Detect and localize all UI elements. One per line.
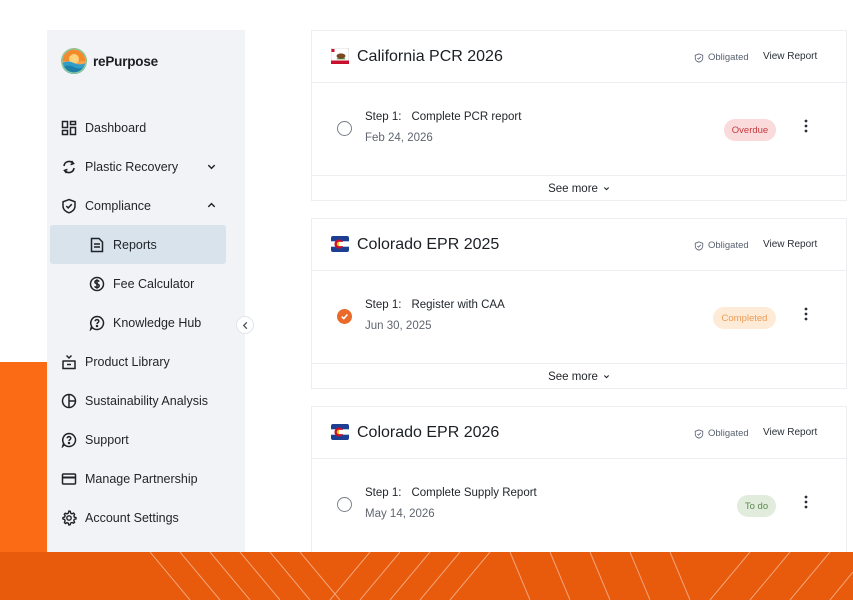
status-badge: Completed bbox=[713, 307, 776, 329]
status-badge: Overdue bbox=[724, 119, 776, 141]
report-title: Colorado EPR 2026 bbox=[357, 424, 500, 441]
pie-chart-icon bbox=[61, 393, 77, 409]
colorado-flag-icon bbox=[331, 424, 349, 440]
chevron-up-icon[interactable] bbox=[206, 200, 217, 211]
report-card-california-pcr-2026: California PCR 2026 Obligated View Repor… bbox=[311, 30, 847, 201]
obligated-status: Obligated bbox=[694, 52, 749, 63]
app-name: rePurpose bbox=[93, 53, 158, 69]
step-checkbox[interactable] bbox=[337, 121, 352, 136]
shield-check-icon bbox=[61, 198, 77, 214]
dashboard-grid-icon bbox=[61, 120, 77, 136]
status-badge: To do bbox=[737, 495, 776, 517]
california-flag-icon bbox=[331, 48, 349, 64]
report-card-header: California PCR 2026 Obligated View Repor… bbox=[312, 31, 846, 83]
step-checkbox[interactable] bbox=[337, 309, 352, 324]
sidebar-item-label: Knowledge Hub bbox=[113, 315, 202, 330]
question-circle-icon bbox=[89, 315, 105, 331]
step-due-date: Jun 30, 2025 bbox=[365, 320, 432, 332]
sidebar-item-label: Plastic Recovery bbox=[85, 159, 179, 174]
see-more-button[interactable]: See more bbox=[312, 175, 846, 201]
sidebar-item-label: Support bbox=[85, 432, 129, 447]
step-due-date: May 14, 2026 bbox=[365, 508, 435, 520]
sidebar-item-fee-calculator[interactable]: Fee Calculator bbox=[47, 264, 245, 303]
step-row: Step 1: Complete Supply Report May 14, 20… bbox=[312, 459, 846, 551]
sidebar-item-sustainability-analysis[interactable]: Sustainability Analysis bbox=[47, 381, 245, 420]
more-options-icon[interactable] bbox=[801, 494, 811, 510]
credit-card-icon bbox=[61, 471, 77, 487]
question-bubble-icon bbox=[61, 432, 77, 448]
step-label: Step 1: Complete Supply Report bbox=[365, 487, 537, 499]
step-label: Step 1: Complete PCR report bbox=[365, 111, 522, 123]
app-logo[interactable]: rePurpose bbox=[61, 48, 158, 74]
sidebar-item-product-library[interactable]: Product Library bbox=[47, 342, 245, 381]
sidebar-item-label: Reports bbox=[113, 237, 157, 252]
more-options-icon[interactable] bbox=[801, 118, 811, 134]
see-more-button[interactable]: See more bbox=[312, 363, 846, 389]
sidebar-item-plastic-recovery[interactable]: Plastic Recovery bbox=[47, 147, 245, 186]
gear-icon bbox=[61, 509, 77, 526]
view-report-link[interactable]: View Report bbox=[763, 427, 817, 438]
sidebar-item-label: Compliance bbox=[85, 198, 152, 213]
report-card-header: Colorado EPR 2026 Obligated View Report bbox=[312, 407, 846, 459]
step-checkbox[interactable] bbox=[337, 497, 352, 512]
step-row: Step 1: Register with CAA Jun 30, 2025 Co… bbox=[312, 271, 846, 363]
obligated-status: Obligated bbox=[694, 240, 749, 251]
box-icon bbox=[61, 354, 77, 370]
chevron-left-icon bbox=[242, 321, 247, 329]
sidebar-item-label: Account Settings bbox=[85, 510, 179, 525]
report-title: California PCR 2026 bbox=[357, 48, 503, 65]
chevron-down-icon[interactable] bbox=[206, 161, 217, 172]
collapse-sidebar-button[interactable] bbox=[236, 316, 254, 334]
app-window: rePurpose Dashboard Plastic Recovery Com… bbox=[47, 30, 853, 552]
shield-check-icon bbox=[694, 240, 704, 251]
sidebar-nav: Dashboard Plastic Recovery Compliance Re… bbox=[47, 108, 245, 537]
checkmark-icon bbox=[341, 313, 348, 320]
sidebar-item-compliance[interactable]: Compliance bbox=[47, 186, 245, 225]
report-card-colorado-epr-2026: Colorado EPR 2026 Obligated View Report … bbox=[311, 406, 847, 552]
step-row: Step 1: Complete PCR report Feb 24, 2026 … bbox=[312, 83, 846, 175]
sidebar-item-account-settings[interactable]: Account Settings bbox=[47, 498, 245, 537]
sidebar-item-knowledge-hub[interactable]: Knowledge Hub bbox=[47, 303, 245, 342]
sidebar-item-label: Product Library bbox=[85, 354, 170, 369]
step-due-date: Feb 24, 2026 bbox=[365, 132, 433, 144]
background-stripes bbox=[150, 552, 853, 600]
view-report-link[interactable]: View Report bbox=[763, 239, 817, 250]
shield-check-icon bbox=[694, 428, 704, 439]
obligated-status: Obligated bbox=[694, 428, 749, 439]
view-report-link[interactable]: View Report bbox=[763, 51, 817, 62]
shield-check-icon bbox=[694, 52, 704, 63]
sidebar-item-label: Dashboard bbox=[85, 120, 147, 135]
more-options-icon[interactable] bbox=[801, 306, 811, 322]
recycle-arrows-icon bbox=[61, 159, 77, 175]
sidebar-item-dashboard[interactable]: Dashboard bbox=[47, 108, 245, 147]
step-label: Step 1: Register with CAA bbox=[365, 299, 505, 311]
document-icon bbox=[89, 237, 105, 253]
repurpose-logo-icon bbox=[61, 48, 87, 74]
sidebar-item-label: Sustainability Analysis bbox=[85, 393, 208, 408]
chevron-down-icon bbox=[603, 187, 609, 191]
sidebar-item-label: Manage Partnership bbox=[85, 471, 198, 486]
sidebar-item-label: Fee Calculator bbox=[113, 276, 195, 291]
dollar-circle-icon bbox=[89, 276, 105, 292]
sidebar: rePurpose Dashboard Plastic Recovery Com… bbox=[47, 30, 245, 552]
sidebar-item-manage-partnership[interactable]: Manage Partnership bbox=[47, 459, 245, 498]
report-title: Colorado EPR 2025 bbox=[357, 236, 500, 253]
colorado-flag-icon bbox=[331, 236, 349, 252]
sidebar-item-reports[interactable]: Reports bbox=[50, 225, 226, 264]
chevron-down-icon bbox=[603, 375, 609, 379]
report-card-header: Colorado EPR 2025 Obligated View Report bbox=[312, 219, 846, 271]
report-card-colorado-epr-2025: Colorado EPR 2025 Obligated View Report … bbox=[311, 218, 847, 389]
sidebar-item-support[interactable]: Support bbox=[47, 420, 245, 459]
